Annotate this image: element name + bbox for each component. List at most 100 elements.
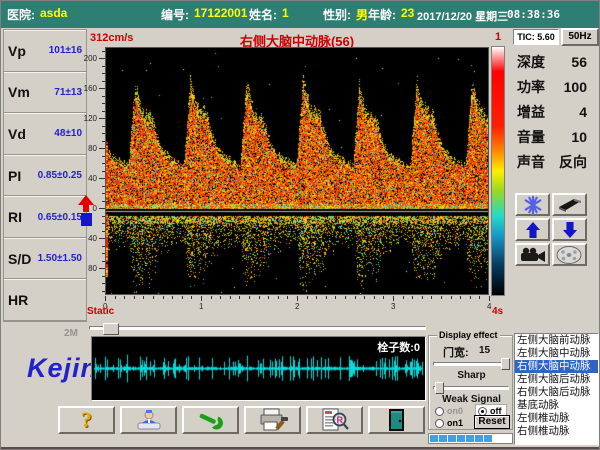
probe-button[interactable]: [552, 193, 587, 216]
patient-name-label: 姓名:: [249, 6, 277, 23]
time-axis-tick: [134, 296, 135, 299]
report-review-button[interactable]: R: [306, 406, 363, 434]
settings-wrench-button[interactable]: [182, 406, 239, 434]
param-label: S/D: [8, 251, 31, 267]
time-axis-label: 2: [295, 302, 299, 311]
sharp-label: Sharp: [429, 370, 514, 381]
monitor-scroll-track[interactable]: [89, 326, 426, 330]
velocity-axis-tick: [102, 291, 105, 292]
baseline-marker-handle[interactable]: [81, 213, 92, 226]
monitor-scroll-handle[interactable]: [103, 323, 119, 335]
reset-button[interactable]: Reset: [474, 415, 510, 429]
time-axis-label: 4: [487, 302, 491, 311]
radio-on0[interactable]: on0: [435, 406, 463, 416]
velocity-axis-tick: [99, 58, 105, 59]
param-cell-pi[interactable]: PI0.85±0.25: [4, 155, 86, 197]
print-icon: [257, 408, 289, 432]
help-button[interactable]: ?: [58, 406, 115, 434]
progress-segment: [475, 435, 483, 442]
embolus-monitor-window: 栓子数:0: [91, 336, 426, 401]
embolus-count-label: 栓子数:0: [377, 339, 420, 355]
param-label: HR: [8, 292, 28, 308]
arrow-up-button[interactable]: [515, 218, 550, 241]
time-axis-tick: [335, 296, 336, 299]
time-axis-tick: [105, 296, 106, 301]
artery-list-item[interactable]: 左侧大脑后动脉: [515, 373, 598, 386]
velocity-axis-tick: [102, 96, 105, 97]
machine-param-label: 声音: [517, 152, 545, 172]
artery-list-item[interactable]: 右侧大脑后动脉: [515, 386, 598, 399]
velocity-axis: 200160120804004080: [77, 47, 105, 295]
artery-list-item[interactable]: 左侧椎动脉: [515, 412, 598, 425]
velocity-axis-tick: [102, 133, 105, 134]
param-cell-vd[interactable]: Vd48±10: [4, 113, 86, 155]
age-field: 年龄:23: [368, 6, 414, 23]
date-display: 2017/12/20 星期三: [417, 8, 508, 24]
param-value: 0.65±0.15: [38, 212, 82, 223]
radio-on1[interactable]: on1: [435, 418, 463, 428]
frequency-button[interactable]: 50Hz: [561, 28, 599, 46]
freeze-snowflake-button[interactable]: [515, 193, 550, 216]
time-axis-tick: [172, 296, 173, 299]
freeze-snowflake-icon: [522, 195, 544, 215]
time-axis-tick: [124, 296, 125, 299]
time-axis-tick: [479, 296, 480, 299]
artery-list-item[interactable]: 左侧大脑中动脉: [515, 347, 598, 360]
radio-on1-circle-icon[interactable]: [435, 419, 444, 428]
param-label: Vp: [8, 43, 26, 59]
sweep-length-label: 4s: [492, 306, 503, 317]
hospital-label: 医院:: [7, 6, 35, 23]
param-cell-s-d[interactable]: S/D1.50±1.50: [4, 238, 86, 280]
signal-progress-bar: [428, 433, 513, 444]
gender-field: 性别:男: [323, 6, 368, 23]
sharp-slider-handle[interactable]: [435, 382, 444, 394]
time-axis-tick: [191, 296, 192, 299]
progress-segment: [439, 435, 447, 442]
time-axis-tick: [412, 296, 413, 299]
time-axis-tick: [393, 296, 394, 301]
patient-info-bar: 医院:asda 编号:17122001 姓名:1 性别:男 年龄:23 2017…: [1, 1, 600, 28]
param-cell-ri[interactable]: RI0.65±0.15: [4, 196, 86, 238]
print-button[interactable]: [244, 406, 301, 434]
velocity-axis-tick: [102, 66, 105, 67]
artery-list-item[interactable]: 基底动脉: [515, 399, 598, 412]
exit-door-button[interactable]: [368, 406, 425, 434]
radio-on0-circle-icon[interactable]: [435, 407, 444, 416]
probe-icon: [557, 197, 583, 213]
artery-list-item[interactable]: 右侧大脑中动脉: [515, 360, 598, 373]
camera-button[interactable]: [515, 243, 550, 266]
progress-segment: [448, 435, 456, 442]
velocity-axis-tick: [102, 253, 105, 254]
artery-list-item[interactable]: 左侧大脑前动脉: [515, 334, 598, 347]
param-cell-vp[interactable]: Vp101±16: [4, 30, 86, 72]
disk-button[interactable]: [552, 243, 587, 266]
time-axis-tick: [211, 296, 212, 299]
gate-slider-handle[interactable]: [501, 358, 510, 370]
artery-list-item[interactable]: 右侧椎动脉: [515, 425, 598, 438]
gate-slider-track[interactable]: [433, 362, 509, 366]
progress-segment: [502, 435, 510, 442]
tcd-app-window: 医院:asda 编号:17122001 姓名:1 性别:男 年龄:23 2017…: [0, 0, 600, 450]
tic-display: TIC: 5.60: [513, 29, 559, 45]
param-label: Vd: [8, 126, 26, 142]
velocity-axis-tick: [99, 238, 105, 239]
arrow-down-button[interactable]: [552, 218, 587, 241]
radio-on0-label: on0: [447, 406, 463, 416]
time-axis-tick: [441, 296, 442, 299]
velocity-axis-tick: [99, 148, 105, 149]
patient-info-button[interactable]: [120, 406, 177, 434]
radio-on1-label: on1: [447, 418, 463, 428]
channel-number: 1: [495, 31, 501, 43]
progress-segment: [493, 435, 501, 442]
time-axis-tick: [220, 296, 221, 299]
baseline-marker-stem[interactable]: [83, 204, 89, 212]
param-cell-hr[interactable]: HR: [4, 279, 86, 321]
velocity-axis-tick: [102, 201, 105, 202]
param-label: PI: [8, 168, 21, 184]
velocity-axis-label: 40: [88, 174, 97, 183]
param-cell-vm[interactable]: Vm71±13: [4, 72, 86, 114]
time-axis-tick: [364, 296, 365, 299]
arrow-up-icon: [525, 221, 541, 239]
velocity-axis-tick: [102, 156, 105, 157]
sharp-slider-track[interactable]: [433, 386, 509, 390]
